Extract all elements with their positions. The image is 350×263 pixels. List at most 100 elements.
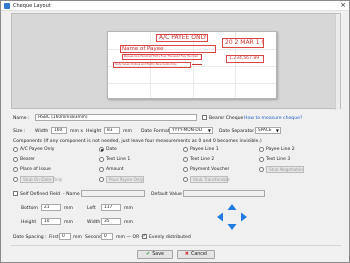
- self-defined-name-label: - Name: [63, 192, 80, 197]
- preview-scrollbar[interactable]: [335, 14, 340, 110]
- date-separator-select[interactable]: SPACE ▼: [255, 127, 281, 134]
- component-disabled-field: Pour Payee Only: [106, 176, 144, 183]
- name-input[interactable]: HSBC (160mmx83mm): [35, 114, 197, 121]
- arrow-up-icon[interactable]: [227, 204, 237, 210]
- grid-line: [108, 83, 276, 84]
- move-arrows: [217, 204, 247, 230]
- component-radio[interactable]: [13, 147, 18, 152]
- bottom-unit: mm: [64, 206, 73, 211]
- title-bar: Cheque Layout ×: [1, 1, 349, 11]
- component-radio[interactable]: [13, 177, 18, 182]
- bottom-input[interactable]: 21: [41, 204, 61, 211]
- cancel-label: Cancel: [190, 252, 208, 257]
- arrow-down-icon[interactable]: [227, 224, 237, 230]
- height-input[interactable]: 83: [104, 127, 120, 134]
- left-input[interactable]: 117: [101, 204, 121, 211]
- component-label: Payee Line 2: [266, 147, 295, 152]
- cancel-icon: ✖: [184, 251, 189, 257]
- close-icon[interactable]: ×: [340, 2, 346, 9]
- field-payee[interactable]: Name of Payee: [120, 45, 216, 53]
- component-label: Payee Line 1: [190, 147, 219, 152]
- date-separator-value: SPACE: [258, 128, 272, 133]
- component-radio[interactable]: [259, 157, 264, 162]
- component-radio[interactable]: [183, 157, 188, 162]
- left-label: Left: [87, 206, 96, 211]
- default-value-input[interactable]: [183, 190, 265, 197]
- cancel-button[interactable]: ✖ Cancel: [177, 250, 215, 259]
- divider: [11, 245, 341, 246]
- pos-height-label: Height: [21, 220, 37, 225]
- cheque-paper: A/C PAYEE ONLY 20 2 MAR 1 0 Name of Paye…: [107, 31, 277, 99]
- component-label: Bearer: [20, 157, 35, 162]
- width-input[interactable]: 160: [51, 127, 67, 134]
- evenly-distributed-label: Evenly distributed: [149, 235, 191, 240]
- evenly-distributed-checkbox[interactable]: [142, 233, 147, 239]
- chevron-down-icon: ▼: [275, 128, 279, 133]
- component-label: Text Line 3: [266, 157, 291, 162]
- arrow-right-icon[interactable]: [241, 212, 247, 222]
- component-disabled-field: Stub Transferable: [190, 176, 230, 183]
- default-value-label: Default Value: [151, 192, 182, 197]
- components-caption: Components (If any component is not need…: [13, 139, 262, 144]
- width-unit-2: mm: [124, 220, 133, 225]
- second-input[interactable]: 0: [101, 233, 113, 240]
- field-amount[interactable]: 1,234,567.89: [226, 55, 264, 63]
- component-radio[interactable]: [99, 177, 104, 182]
- bottom-label: Bottom: [21, 206, 38, 211]
- first-unit: mm: [73, 235, 82, 240]
- date-format-select[interactable]: YYYY-MON-DD ▼: [169, 127, 213, 134]
- first-input[interactable]: 0: [59, 233, 71, 240]
- component-label: Date: [106, 147, 117, 152]
- component-label: Payment Voucher: [190, 167, 230, 172]
- window-title: Cheque Layout: [13, 3, 51, 9]
- field-underline: [192, 64, 202, 65]
- component-label: Amount: [106, 167, 124, 172]
- component-radio[interactable]: [13, 167, 18, 172]
- chevron-down-icon: ▼: [207, 128, 211, 133]
- pos-height-input[interactable]: 10: [41, 218, 61, 225]
- component-radio[interactable]: [259, 167, 264, 172]
- save-label: Save: [152, 252, 164, 257]
- self-defined-name-input[interactable]: [81, 190, 145, 197]
- component-radio[interactable]: [183, 147, 188, 152]
- field-date[interactable]: 20 2 MAR 1 0: [222, 38, 264, 48]
- component-label: Place of Issue: [20, 167, 51, 172]
- component-label: Text Line 2: [190, 157, 215, 162]
- arrow-left-icon[interactable]: [217, 212, 223, 222]
- field-amount-words-2[interactable]: Sixty Seven Dollars and Eighty Nine Cent…: [113, 62, 191, 68]
- component-radio[interactable]: [99, 157, 104, 162]
- cheque-preview: A/C PAYEE ONLY 20 2 MAR 1 0 Name of Paye…: [11, 13, 341, 110]
- measure-cheque-link[interactable]: How to measure cheque?: [244, 116, 302, 121]
- spacing-label: Date Spacing :: [13, 235, 47, 240]
- height-unit: mm: [123, 129, 132, 134]
- first-label: First: [49, 235, 59, 240]
- or-label: mm — OR —: [116, 235, 146, 240]
- second-label: Second: [85, 235, 102, 240]
- cheque-layout-window: Cheque Layout × A/C PAYEE ONLY 20 2 MAR …: [0, 0, 350, 263]
- component-radio[interactable]: [183, 167, 188, 172]
- field-ac-payee[interactable]: A/C PAYEE ONLY: [156, 34, 208, 42]
- save-button[interactable]: ✔ Save: [137, 250, 173, 259]
- bearer-cheque-label: Bearer Cheque: [209, 116, 244, 121]
- bearer-cheque-checkbox[interactable]: [202, 115, 207, 120]
- width-label: Width: [35, 129, 49, 134]
- component-radio[interactable]: [13, 157, 18, 162]
- component-radio[interactable]: [99, 167, 104, 172]
- date-separator-label: Date Separator: [219, 129, 255, 134]
- component-radio[interactable]: [259, 147, 264, 152]
- component-label: Text Line 1: [106, 157, 131, 162]
- left-unit: mm: [124, 206, 133, 211]
- date-format-value: YYYY-MON-DD: [172, 128, 203, 133]
- self-defined-checkbox[interactable]: [13, 191, 18, 196]
- component-radio[interactable]: [99, 147, 104, 152]
- field-amount-words[interactable]: Rupees One Hundred Thirty Four Thousand …: [122, 54, 202, 60]
- height-unit-2: mm: [64, 220, 73, 225]
- component-radio[interactable]: [183, 177, 188, 182]
- self-defined-label: Self Defined Field: [20, 192, 61, 197]
- date-format-label: Date Format: [141, 129, 170, 134]
- pos-width-input[interactable]: 35: [101, 218, 121, 225]
- size-label: Size :: [13, 129, 26, 134]
- name-label: Name :: [13, 116, 30, 121]
- check-icon: ✔: [146, 251, 151, 257]
- width-unit: mm x: [70, 129, 84, 134]
